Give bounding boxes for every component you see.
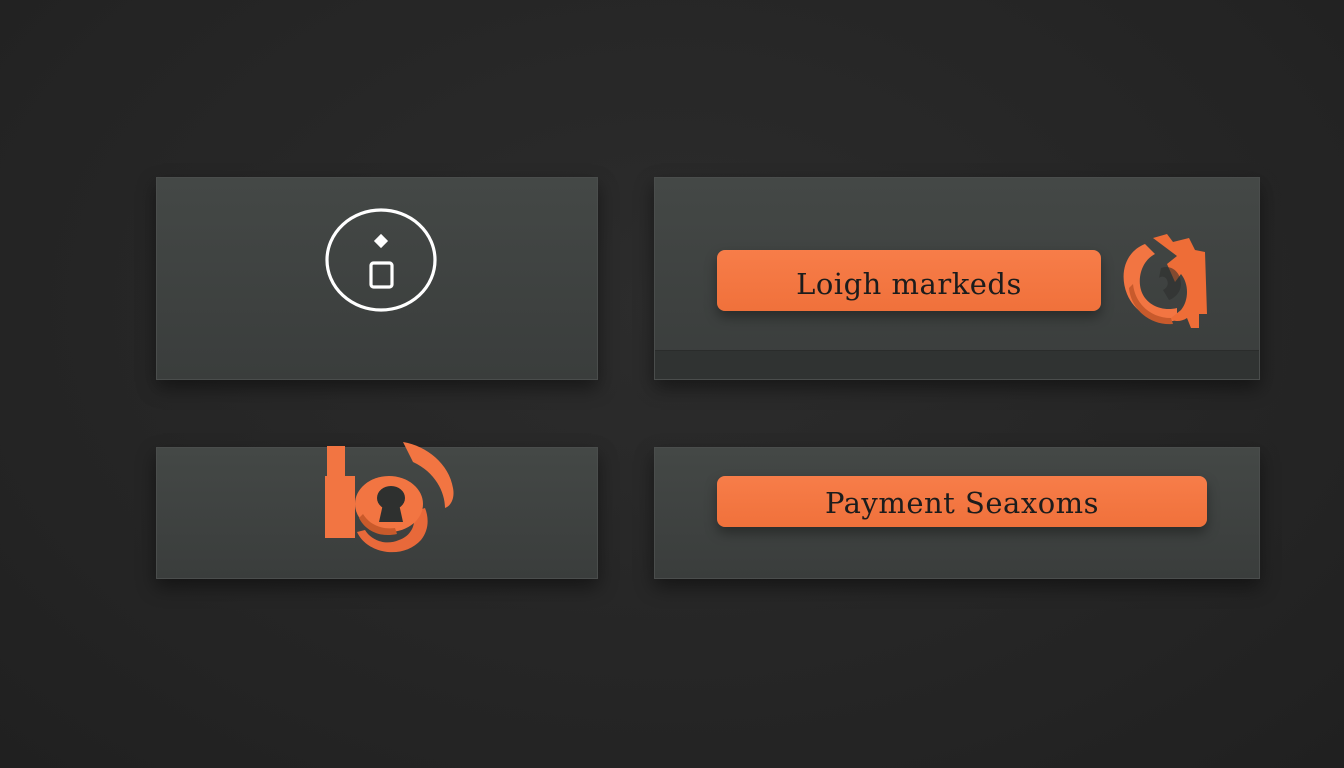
panel-footer <box>655 350 1259 379</box>
lock-icon[interactable] <box>317 442 457 562</box>
payment-button[interactable]: Payment Seaxoms <box>717 476 1207 527</box>
refresh-icon[interactable] <box>1115 234 1211 332</box>
info-panel <box>156 177 598 380</box>
markets-panel: Loigh markeds <box>654 177 1260 380</box>
markets-button[interactable]: Loigh markeds <box>717 250 1101 311</box>
payment-panel: Payment Seaxoms <box>654 447 1260 579</box>
security-panel <box>156 442 598 579</box>
info-icon[interactable] <box>325 208 437 312</box>
settings-stage: Loigh markeds Payment Seaxoms <box>0 0 1344 768</box>
